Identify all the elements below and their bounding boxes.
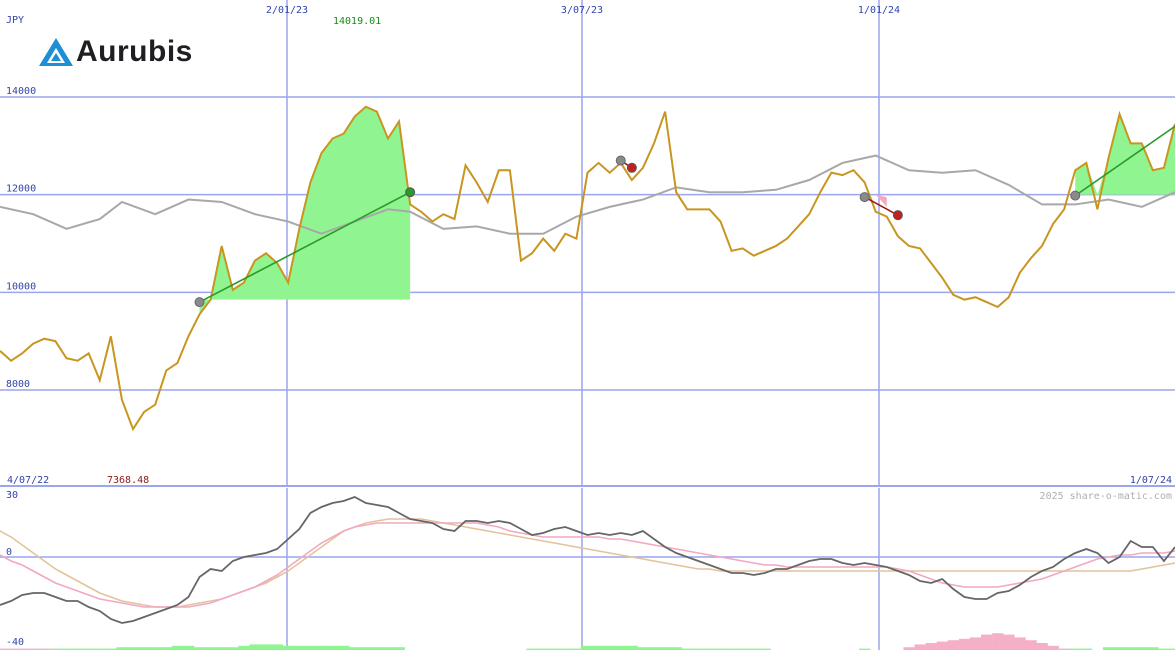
volume-bar (604, 645, 616, 650)
volume-bar (947, 640, 960, 650)
price-x-tick-label: 3/07/23 (561, 5, 603, 16)
volume-bar (1003, 634, 1015, 650)
volume-bar (315, 645, 328, 650)
volume-bar (925, 643, 937, 650)
price-line (0, 105, 1175, 432)
volume-bar (293, 645, 306, 650)
volume-bar (338, 645, 350, 650)
trend-end-marker-3 (892, 210, 903, 221)
osc-y-tick-label: 30 (6, 490, 18, 501)
aurubis-logo: Aurubis (38, 34, 193, 70)
volume-bar (271, 644, 283, 650)
osc-y-tick-label: -40 (6, 637, 24, 648)
oscillator-lines (0, 496, 1175, 624)
price-lines (0, 105, 1175, 432)
currency-label: JPY (6, 15, 24, 26)
trend-start-marker-2 (615, 155, 626, 166)
volume-bar (992, 633, 1004, 650)
volume-bar (969, 637, 982, 650)
volume-bar (171, 645, 184, 650)
stock-chart: 14000 12000 10000 8000 2/01/23 3/07/23 1/01/24… (0, 0, 1175, 650)
volume-bar (914, 644, 926, 650)
max-value-label: 14019.01 (333, 16, 381, 27)
volume-bar (238, 645, 250, 650)
oscillator-labels: 30 0 -40 (6, 490, 24, 648)
volume-bar (304, 645, 317, 650)
volume-bar (1014, 637, 1026, 650)
loss-area-1 (875, 194, 887, 207)
volume-bar (260, 644, 272, 650)
price-y-tick-label: 8000 (6, 379, 30, 390)
volume-bar (249, 644, 261, 650)
osc-series-osc (0, 496, 1175, 624)
volume-bar (1036, 643, 1048, 650)
volume-bar (182, 645, 195, 650)
volume-bar (581, 645, 594, 650)
price-y-tick-label: 14000 (6, 86, 36, 97)
osc-series-ma_tan (0, 518, 1175, 608)
price-fills (199, 106, 1175, 315)
price-y-tick-label: 10000 (6, 281, 36, 292)
oscillator-grid (0, 488, 1175, 650)
end-date-label: 1/07/24 (1130, 475, 1172, 486)
trend-end-marker-2 (626, 162, 637, 173)
volume-bar (593, 645, 605, 650)
trend-start-marker-3 (859, 192, 870, 203)
trend-end-marker-1 (405, 187, 416, 198)
volume-bar (981, 634, 993, 650)
volume-bar (615, 645, 627, 650)
price-y-tick-label: 12000 (6, 184, 36, 195)
price-grid (0, 0, 1175, 487)
price-x-tick-label: 1/01/24 (858, 5, 900, 16)
volume-bar (1047, 645, 1059, 650)
volume-bar (327, 645, 339, 650)
price-panel: 14000 12000 10000 8000 2/01/23 3/07/23 1/01/24 (0, 0, 1175, 487)
aurubis-logo-icon (39, 38, 73, 66)
trend-start-marker-4 (1070, 190, 1081, 201)
start-date-label: 4/07/22 (7, 475, 49, 486)
volume-bar (282, 645, 295, 650)
volume-bar (626, 645, 638, 650)
aurubis-logo-wordmark: Aurubis (76, 35, 193, 68)
trend-start-marker-1 (194, 297, 205, 308)
osc-y-tick-label: 0 (6, 547, 12, 558)
min-value-label: 7368.48 (107, 475, 149, 486)
oscillator-panel: 30 0 -40 (0, 488, 1175, 650)
copyright-label: 2025 share-o-matic.com (1040, 491, 1172, 502)
volume-bar (936, 641, 949, 650)
volume-bar (958, 638, 971, 650)
price-x-tick-label: 2/01/23 (266, 5, 308, 16)
volume-bars (0, 633, 1175, 650)
volume-bar (1025, 640, 1037, 650)
